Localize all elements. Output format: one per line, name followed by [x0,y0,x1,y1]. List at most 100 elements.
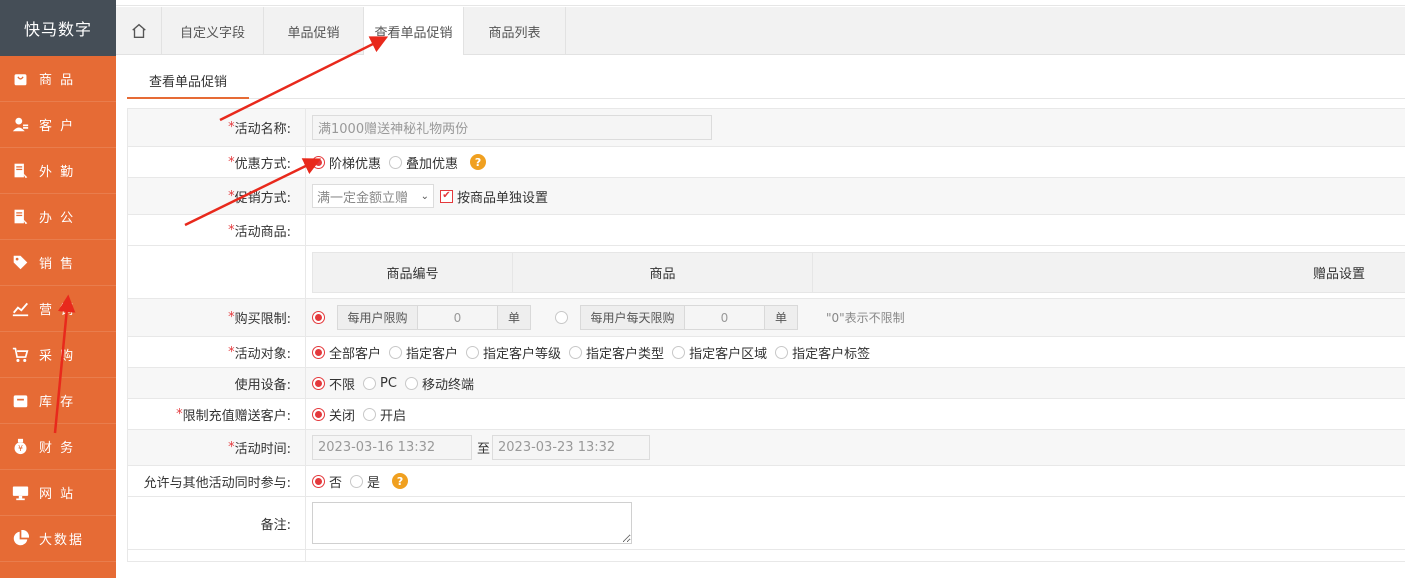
radio-per-user-limit[interactable] [312,311,329,324]
sidebar: 快马数字 商 品客 户外 勤办 公销 售营 销采 购库 存 ¥ 财 务网 站大数据 [0,0,116,578]
col-product-code: 商品编号 [313,253,513,292]
money-bag-icon: ¥ [11,438,29,456]
chart-line-icon [11,300,29,318]
top-strip [116,0,1405,6]
start-time-input[interactable]: 2023-03-16 13:32 [312,435,472,460]
sidebar-item-5[interactable]: 营 销 [0,286,116,332]
sidebar-item-label: 网 站 [39,487,76,502]
sidebar-item-label: 库 存 [39,395,76,410]
sidebar-item-label: 大数据 [39,533,85,548]
radio-concurrent-yes[interactable]: 是 [350,472,380,491]
chevron-down-icon: ⌄ [420,190,429,202]
activity-name-input[interactable]: 满1000赠送神秘礼物两份 [312,115,712,140]
tab-product-list[interactable]: 商品列表 [464,7,566,55]
radio-customer-level[interactable]: 指定客户等级 [466,343,561,362]
radio-per-day-limit[interactable] [555,311,572,324]
per-user-limit-label: 每用户限购 [338,306,418,329]
end-time-input[interactable]: 2023-03-23 13:32 [492,435,651,460]
radio-customer-region[interactable]: 指定客户区域 [672,343,767,362]
row-products-table: 商品编号 商品 赠品设置 [128,246,1405,299]
row-spacer [128,550,1405,562]
row-target: * 活动对象: 全部客户 指定客户 指定客户等级 指定客户类型 指定客户区域 指定… [128,337,1405,368]
sidebar-item-10[interactable]: 大数据 [0,516,116,562]
radio-device-mobile[interactable]: 移动终端 [404,374,474,393]
sidebar-item-label: 办 公 [39,211,76,226]
col-gift-settings: 赠品设置 [1312,267,1365,282]
radio-recharge-off[interactable]: 关闭 [312,405,355,424]
checkbox-per-product[interactable]: ✔ [440,189,453,203]
box-icon [11,392,29,410]
row-promo-mode: * 促销方式: 满一定金额立赠 ⌄ ✔ 按商品单独设置 [128,178,1405,215]
promo-mode-select[interactable]: 满一定金额立赠 ⌄ [312,184,434,208]
row-activity-name: * 活动名称: 满1000赠送神秘礼物两份 [128,109,1405,147]
home-tab[interactable] [116,7,162,55]
tab-custom-fields[interactable]: 自定义字段 [162,7,264,55]
tab-single-promo[interactable]: 单品促销 [264,7,364,55]
label-activity-name: 活动名称: [234,122,291,137]
sidebar-item-label: 商 品 [39,73,76,88]
label-activity-time: 活动时间: [234,442,291,457]
radio-device-pc[interactable]: PC [363,376,397,391]
sidebar-item-7[interactable]: 库 存 [0,378,116,424]
row-products: * 活动商品: [128,215,1405,246]
svg-text:¥: ¥ [18,444,23,453]
help-icon[interactable]: ? [392,473,409,489]
pie-chart-icon [11,530,29,548]
label-purchase-limit: 购买限制: [234,312,291,327]
radio-customer-tag[interactable]: 指定客户标签 [775,343,870,362]
per-day-limit-input[interactable]: 0 [685,306,765,329]
radio-stacked-discount[interactable]: 叠加优惠 [389,153,458,172]
sidebar-item-label: 外 勤 [39,165,76,180]
sidebar-item-9[interactable]: 网 站 [0,470,116,516]
label-promo-mode: 促销方式: [234,190,291,206]
sidebar-item-3[interactable]: 办 公 [0,194,116,240]
bag-icon [11,70,29,88]
sidebar-item-label: 采 购 [39,349,76,364]
row-remark: 备注: [128,497,1405,550]
sub-tab-bar: 查看单品促销 [127,64,1405,99]
per-user-limit-unit: 单 [498,306,530,329]
row-device: 使用设备: 不限 PC 移动终端 [128,368,1405,399]
radio-dot [389,155,403,169]
per-user-limit-group: 每用户限购 0 单 [337,305,531,330]
col-product: 商品 [513,253,813,292]
limit-hint: "0"表示不限制 [826,311,905,325]
sidebar-item-6[interactable]: 采 购 [0,332,116,378]
remark-textarea[interactable] [312,502,632,544]
cart-icon [11,346,29,364]
sidebar-item-label: 销 售 [39,257,76,272]
monitor-icon [11,484,29,502]
tab-bar: 自定义字段 单品促销 查看单品促销 商品列表 [116,7,1405,55]
radio-device-any[interactable]: 不限 [312,374,355,393]
radio-recharge-on[interactable]: 开启 [363,405,406,424]
label-target: 活动对象: [234,346,291,362]
sidebar-item-label: 营 销 [39,303,76,318]
row-recharge-limit: * 限制充值赠送客户: 关闭 开启 [128,399,1405,430]
label-products: 活动商品: [234,224,291,240]
radio-customer-type[interactable]: 指定客户类型 [569,343,664,362]
users-icon [11,116,29,134]
help-icon[interactable]: ? [470,154,487,170]
clipboard-icon [11,208,29,226]
sidebar-item-8[interactable]: ¥ 财 务 [0,424,116,470]
sidebar-item-1[interactable]: 客 户 [0,102,116,148]
label-device: 使用设备: [234,377,291,393]
sidebar-item-2[interactable]: 外 勤 [0,148,116,194]
per-user-limit-input[interactable]: 0 [418,306,498,329]
sidebar-item-4[interactable]: 销 售 [0,240,116,286]
sidebar-item-label: 财 务 [39,441,76,456]
label-recharge-limit: 限制充值赠送客户: [182,408,291,424]
radio-tiered-discount[interactable]: 阶梯优惠 [312,153,381,172]
radio-concurrent-no[interactable]: 否 [312,472,342,491]
products-table-header: 商品编号 商品 赠品设置 [312,252,1405,293]
radio-specific-customers[interactable]: 指定客户 [389,343,458,362]
per-day-limit-unit: 单 [765,306,797,329]
per-day-limit-label: 每用户每天限购 [581,306,685,329]
label-concurrent: 允许与其他活动同时参与: [143,475,291,491]
subtab-view-single-promo[interactable]: 查看单品促销 [127,64,249,99]
tag-icon [11,254,29,272]
radio-all-customers[interactable]: 全部客户 [312,343,381,362]
sidebar-item-0[interactable]: 商 品 [0,56,116,102]
tab-view-single-promo[interactable]: 查看单品促销 [364,7,464,55]
label-remark: 备注: [260,517,291,533]
